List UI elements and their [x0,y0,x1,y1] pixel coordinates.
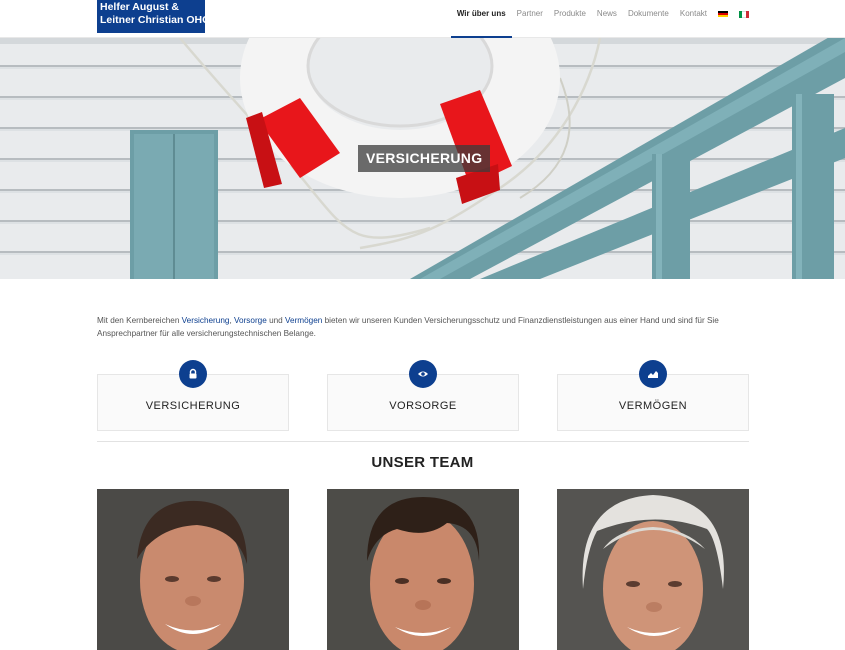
hero-banner: VERSICHERUNG [0,38,845,279]
card-label-vermoegen: VERMÖGEN [618,400,688,412]
team-photo-1 [97,489,289,650]
intro-text-start: Mit den Kernbereichen [97,316,182,325]
main-nav: Wir über uns Partner Produkte News Dokum… [446,0,749,38]
logo-line-2: Leitner Christian OHG [100,14,211,26]
company-logo[interactable]: Helfer August & Leitner Christian OHG [97,0,211,33]
nav-item-produkte[interactable]: Produkte [554,0,586,38]
eye-icon [409,360,437,388]
intro-paragraph: Mit den Kernbereichen Versicherung, Vors… [97,314,749,340]
nav-item-dokumente[interactable]: Dokumente [628,0,669,38]
nav-item-kontakt[interactable]: Kontakt [680,0,707,38]
link-versicherung[interactable]: Versicherung [182,316,230,325]
site-header: Helfer August & Leitner Christian OHG Wi… [0,0,845,38]
team-heading: UNSER TEAM [371,454,474,471]
hero-title: VERSICHERUNG [358,145,491,172]
card-label-vorsorge: VORSORGE [389,400,457,412]
team-photo-3 [557,489,749,650]
nav-item-wir-ueber-uns[interactable]: Wir über uns [450,0,512,38]
german-flag-icon[interactable] [718,10,728,18]
chart-icon [639,360,667,388]
nav-item-news[interactable]: News [597,0,617,38]
nav-item-partner[interactable]: Partner [517,0,543,38]
link-vorsorge[interactable]: Vorsorge [234,316,267,325]
intro-sep-2: und [266,316,286,325]
section-divider [97,441,749,442]
card-label-versicherung: VERSICHERUNG [145,400,241,412]
lock-icon [179,360,207,388]
logo-line-1: Helfer August & [100,1,179,13]
link-vermoegen[interactable]: Vermögen [285,316,322,325]
italian-flag-icon[interactable] [739,10,749,18]
team-photo-2 [327,489,519,650]
